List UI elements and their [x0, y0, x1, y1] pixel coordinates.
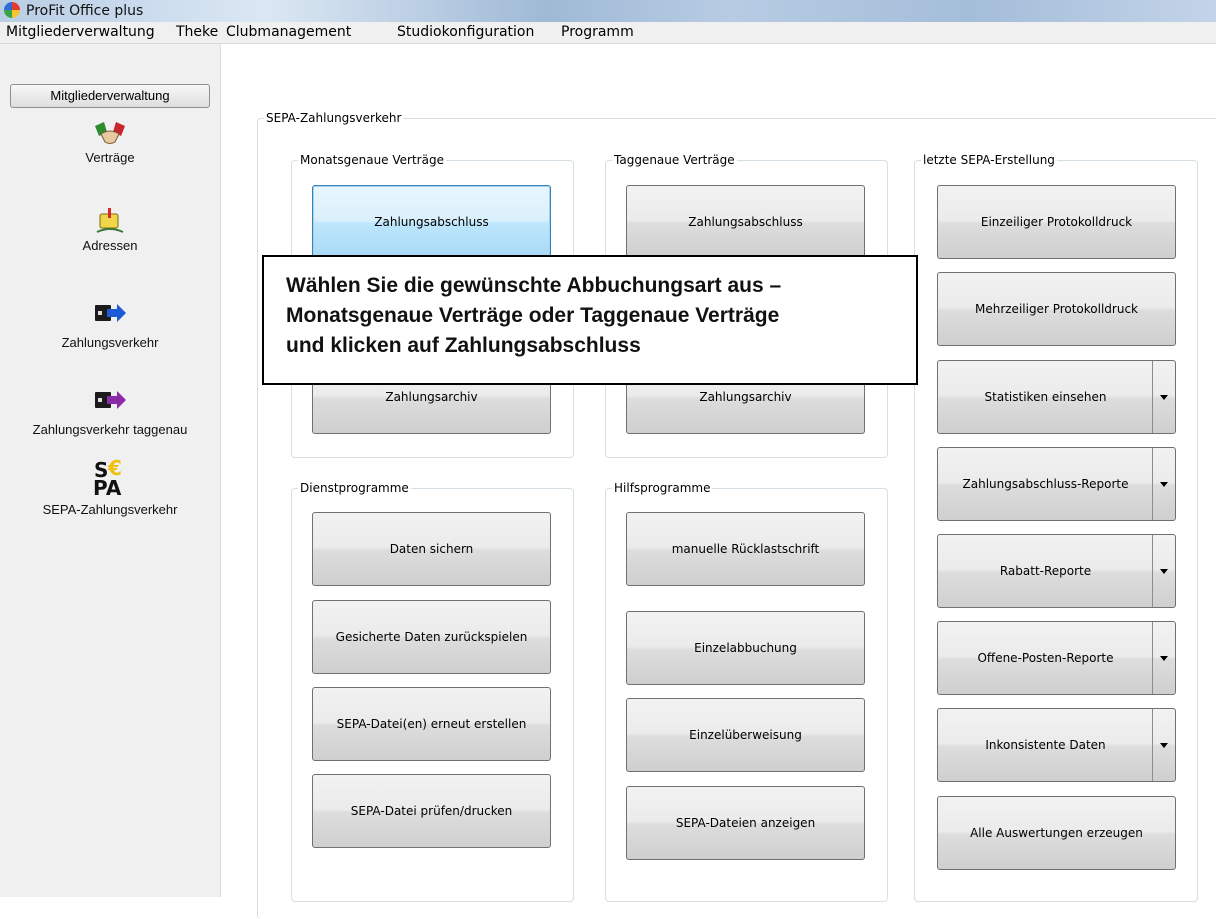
alle-auswertungen-erzeugen-button[interactable]: Alle Auswertungen erzeugen: [937, 796, 1176, 870]
split-button-label: Statistiken einsehen: [984, 390, 1107, 404]
sidebar-item-label: Adressen: [82, 238, 138, 253]
sidebar-header-button[interactable]: Mitgliederverwaltung: [10, 84, 210, 108]
rabatt-reporte-split-button[interactable]: Rabatt-Reporte: [937, 534, 1176, 608]
mehrzeiliger-protokolldruck-button[interactable]: Mehrzeiliger Protokolldruck: [937, 272, 1176, 346]
sidebar: Mitgliederverwaltung Verträge Adressen Z…: [0, 44, 221, 897]
callout-line: Monatsgenaue Verträge oder Taggenaue Ver…: [286, 304, 780, 327]
window-title: ProFit Office plus: [26, 3, 144, 19]
sepa-dateien-erneut-erstellen-button[interactable]: SEPA-Datei(en) erneut erstellen: [312, 687, 551, 761]
sidebar-item-zahlungsverkehr-taggenau[interactable]: Zahlungsverkehr taggenau: [0, 386, 220, 437]
dropdown-arrow-icon[interactable]: [1152, 535, 1175, 607]
dropdown-arrow-icon[interactable]: [1152, 709, 1175, 781]
einzelabbuchung-button[interactable]: Einzelabbuchung: [626, 611, 865, 685]
dropdown-arrow-icon[interactable]: [1152, 361, 1175, 433]
offene-posten-reporte-split-button[interactable]: Offene-Posten-Reporte: [937, 621, 1176, 695]
daten-sichern-button[interactable]: Daten sichern: [312, 512, 551, 586]
sepa-logo-icon: S € PA: [93, 456, 122, 500]
sidebar-item-adressen[interactable]: Adressen: [0, 204, 220, 253]
card-transfer-icon: [95, 304, 126, 322]
sidebar-item-label: Verträge: [85, 150, 135, 165]
title-bar: ProFit Office plus: [0, 0, 1216, 22]
menu-clubmanagement[interactable]: Clubmanagement: [226, 24, 351, 40]
sidebar-item-label: SEPA-Zahlungsverkehr: [42, 502, 178, 517]
menu-theke[interactable]: Theke: [176, 24, 218, 40]
app-logo-icon: [4, 2, 20, 18]
menu-studiokonfiguration[interactable]: Studiokonfiguration: [397, 24, 534, 40]
split-button-label: Offene-Posten-Reporte: [977, 651, 1114, 665]
sidebar-item-vertraege[interactable]: Verträge: [0, 116, 220, 165]
sepa-dateien-anzeigen-button[interactable]: SEPA-Dateien anzeigen: [626, 786, 865, 860]
monatsgenau-zahlungsabschluss-button[interactable]: Zahlungsabschluss: [312, 185, 551, 259]
menu-bar: Mitgliederverwaltung Theke Clubmanagemen…: [0, 22, 1216, 44]
handshake-icon: [95, 122, 125, 144]
inkonsistente-daten-split-button[interactable]: Inkonsistente Daten: [937, 708, 1176, 782]
sidebar-item-label: Zahlungsverkehr taggenau: [32, 422, 188, 437]
group-title: Taggenaue Verträge: [612, 152, 737, 168]
taggenau-zahlungsabschluss-button[interactable]: Zahlungsabschluss: [626, 185, 865, 259]
split-button-label: Rabatt-Reporte: [999, 564, 1092, 578]
sidebar-item-sepa[interactable]: S € PA SEPA-Zahlungsverkehr: [0, 456, 220, 517]
zahlungsabschluss-reporte-split-button[interactable]: Zahlungsabschluss-Reporte: [937, 447, 1176, 521]
sidebar-item-label: Zahlungsverkehr: [61, 335, 159, 350]
group-title: letzte SEPA-Erstellung: [921, 152, 1057, 168]
dropdown-arrow-icon[interactable]: [1152, 622, 1175, 694]
gesicherte-daten-zurueckspielen-button[interactable]: Gesicherte Daten zurückspielen: [312, 600, 551, 674]
sidebar-item-zahlungsverkehr[interactable]: Zahlungsverkehr: [0, 299, 220, 350]
group-title: Dienstprogramme: [298, 480, 411, 496]
menu-programm[interactable]: Programm: [561, 24, 634, 40]
group-title: SEPA-Zahlungsverkehr: [264, 110, 404, 126]
instruction-callout: Wählen Sie die gewünschte Abbuchungsart …: [262, 255, 918, 385]
group-title: Hilfsprogramme: [612, 480, 713, 496]
manuelle-ruecklastschrift-button[interactable]: manuelle Rücklastschrift: [626, 512, 865, 586]
einzelueberweisung-button[interactable]: Einzelüberweisung: [626, 698, 865, 772]
group-title: Monatsgenaue Verträge: [298, 152, 446, 168]
einzeiliger-protokolldruck-button[interactable]: Einzeiliger Protokolldruck: [937, 185, 1176, 259]
sepa-datei-pruefen-drucken-button[interactable]: SEPA-Datei prüfen/drucken: [312, 774, 551, 848]
split-button-label: Zahlungsabschluss-Reporte: [962, 477, 1129, 491]
callout-line: Wählen Sie die gewünschte Abbuchungsart …: [286, 274, 782, 297]
dropdown-arrow-icon[interactable]: [1152, 448, 1175, 520]
menu-mitgliederverwaltung[interactable]: Mitgliederverwaltung: [6, 24, 155, 40]
mailbox-icon: [96, 208, 124, 233]
callout-line: und klicken auf Zahlungsabschluss: [286, 334, 641, 357]
card-transfer-daily-icon: [95, 391, 126, 409]
split-button-label: Inkonsistente Daten: [985, 738, 1106, 752]
statistiken-einsehen-split-button[interactable]: Statistiken einsehen: [937, 360, 1176, 434]
